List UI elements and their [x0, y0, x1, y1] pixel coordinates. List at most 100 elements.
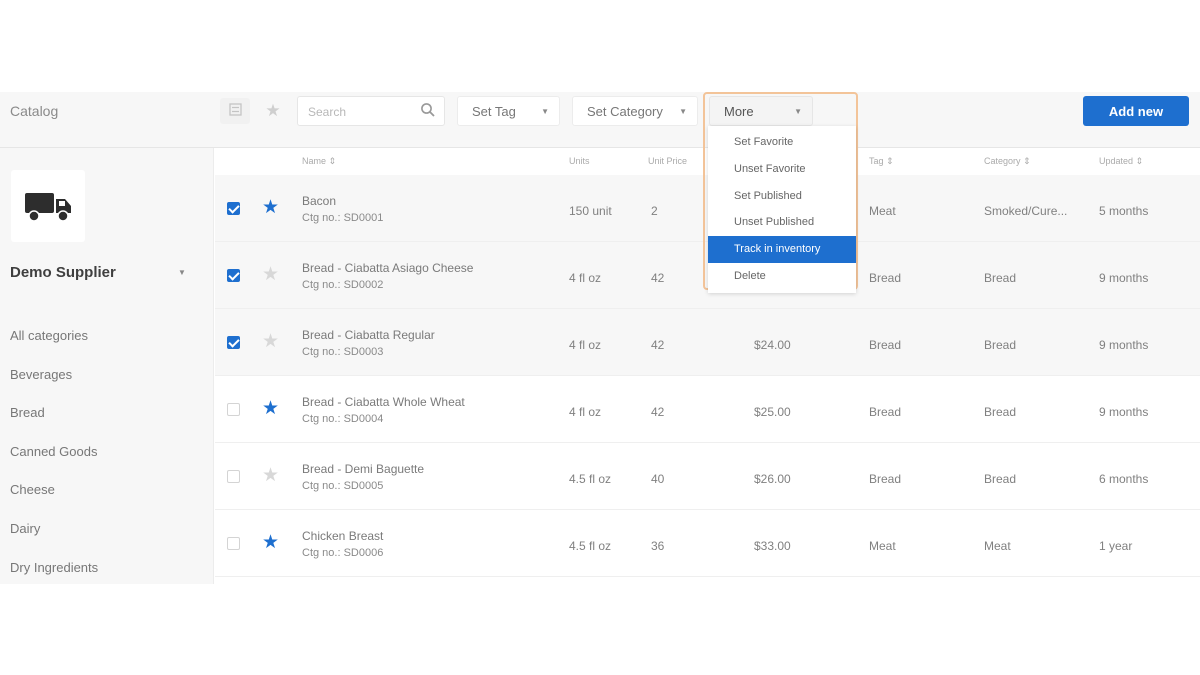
cell-units: 150 unit	[569, 204, 612, 218]
add-new-button[interactable]: Add new	[1083, 96, 1189, 126]
column-header-name[interactable]: Name ⇕	[302, 156, 336, 167]
product-name[interactable]: Bread - Ciabatta Regular	[302, 328, 435, 342]
supplier-logo	[11, 170, 85, 242]
product-sku: Ctg no.: SD0005	[302, 480, 384, 492]
menu-item[interactable]: Set Favorite	[708, 129, 856, 156]
product-sku: Ctg no.: SD0002	[302, 279, 384, 291]
cell-tag: Bread	[869, 271, 902, 285]
search-icon[interactable]	[420, 102, 436, 118]
cell-updated: 1 year	[1099, 539, 1133, 553]
cell-quantity: 2	[651, 204, 658, 218]
product-name[interactable]: Bread - Ciabatta Whole Wheat	[302, 395, 465, 409]
cell-tag: Bread	[869, 472, 902, 486]
cell-category: Bread	[984, 271, 1017, 285]
category-item[interactable]: Beverages	[10, 367, 98, 406]
product-name[interactable]: Chicken Breast	[302, 529, 383, 543]
product-sku: Ctg no.: SD0004	[302, 413, 384, 425]
cell-price: $24.00	[754, 338, 791, 352]
cell-updated: 6 months	[1099, 472, 1149, 486]
star-icon[interactable]: ★	[262, 531, 279, 555]
row-checkbox[interactable]	[227, 269, 240, 282]
search-input[interactable]	[308, 103, 416, 121]
cell-updated: 5 months	[1099, 204, 1149, 218]
product-sku: Ctg no.: SD0003	[302, 346, 384, 358]
star-icon[interactable]: ★	[262, 464, 279, 488]
cell-units: 4 fl oz	[569, 338, 602, 352]
column-header-unit-price: Unit Price	[648, 156, 688, 166]
product-name[interactable]: Bread - Ciabatta Asiago Cheese	[302, 261, 473, 275]
column-header-updated[interactable]: Updated ⇕	[1099, 156, 1143, 167]
product-sku: Ctg no.: SD0001	[302, 212, 384, 224]
column-header-units: Units	[569, 156, 590, 166]
supplier-name[interactable]: Demo Supplier	[10, 264, 116, 281]
category-item[interactable]: Dairy	[10, 521, 98, 560]
cell-units: 4.5 fl oz	[569, 539, 612, 553]
category-item[interactable]: Cheese	[10, 482, 98, 521]
table-row[interactable]: ★ Bread - Ciabatta Regular Ctg no.: SD0003…	[215, 309, 1200, 376]
more-menu-highlight: Set Favorite Unset Favorite Set Published U…	[703, 92, 858, 293]
cell-category: Smoked/Cure...	[984, 204, 1068, 218]
category-item[interactable]: Dry Ingredients	[10, 560, 98, 599]
caret-down-icon: ▼	[679, 106, 687, 116]
menu-item[interactable]: Unset Favorite	[708, 156, 856, 183]
search-field[interactable]	[297, 96, 445, 126]
caret-down-icon[interactable]: ▼	[178, 268, 186, 277]
cell-category: Meat	[984, 539, 1011, 553]
cell-price: $25.00	[754, 405, 791, 419]
column-header-tag[interactable]: Tag ⇕	[869, 156, 894, 167]
category-item[interactable]: Canned Goods	[10, 444, 98, 483]
category-list: All categories Beverages Bread Canned Go…	[10, 328, 98, 598]
cell-updated: 9 months	[1099, 338, 1149, 352]
favorites-filter-button[interactable]: ★	[258, 98, 288, 124]
cell-category: Bread	[984, 405, 1017, 419]
page-title: Catalog	[10, 103, 59, 119]
cell-tag: Bread	[869, 405, 902, 419]
cell-units: 4 fl oz	[569, 405, 602, 419]
toolbar: Catalog ★ Set Tag ▼ Set Category ▼ More …	[0, 92, 1200, 148]
row-checkbox[interactable]	[227, 403, 240, 416]
cell-quantity: 42	[651, 338, 665, 352]
truck-icon	[25, 193, 71, 222]
cell-category: Bread	[984, 472, 1017, 486]
cell-tag: Meat	[869, 204, 896, 218]
row-checkbox[interactable]	[227, 202, 240, 215]
menu-item[interactable]: Unset Published	[708, 209, 856, 236]
cell-category: Bread	[984, 338, 1017, 352]
row-checkbox[interactable]	[227, 336, 240, 349]
star-icon[interactable]: ★	[262, 397, 279, 421]
cell-tag: Bread	[869, 338, 902, 352]
list-view-button[interactable]	[220, 98, 250, 124]
cell-quantity: 36	[651, 539, 665, 553]
category-item[interactable]: All categories	[10, 328, 98, 367]
table-row[interactable]: ★ Bread - Demi Baguette Ctg no.: SD0005 4.5…	[215, 443, 1200, 510]
cell-price: $26.00	[754, 472, 791, 486]
more-menu: Set Favorite Unset Favorite Set Published U…	[708, 126, 856, 293]
cell-units: 4 fl oz	[569, 271, 602, 285]
cell-updated: 9 months	[1099, 405, 1149, 419]
row-checkbox[interactable]	[227, 470, 240, 483]
category-item[interactable]: Bread	[10, 405, 98, 444]
cell-quantity: 40	[651, 472, 665, 486]
product-name[interactable]: Bacon	[302, 194, 336, 208]
product-sku: Ctg no.: SD0006	[302, 547, 384, 559]
menu-item[interactable]: Set Published	[708, 183, 856, 210]
cell-units: 4.5 fl oz	[569, 472, 612, 486]
cell-price: $33.00	[754, 539, 791, 553]
product-name[interactable]: Bread - Demi Baguette	[302, 462, 424, 476]
cell-quantity: 42	[651, 271, 665, 285]
menu-item[interactable]: Delete	[708, 263, 856, 290]
star-icon[interactable]: ★	[262, 196, 279, 220]
menu-item[interactable]: Track in inventory	[708, 236, 856, 263]
star-icon: ★	[265, 101, 281, 120]
set-tag-dropdown[interactable]: Set Tag ▼	[457, 96, 560, 126]
column-header-category[interactable]: Category ⇕	[984, 156, 1031, 167]
sidebar: Demo Supplier ▼ All categories Beverages…	[0, 148, 214, 584]
table-row[interactable]: ★ Bread - Ciabatta Whole Wheat Ctg no.: SD…	[215, 376, 1200, 443]
set-category-dropdown[interactable]: Set Category ▼	[572, 96, 698, 126]
star-icon[interactable]: ★	[262, 330, 279, 354]
table-row[interactable]: ★ Chicken Breast Ctg no.: SD0006 4.5 fl oz 3…	[215, 510, 1200, 577]
star-icon[interactable]: ★	[262, 263, 279, 287]
list-view-icon	[228, 102, 242, 120]
cell-tag: Meat	[869, 539, 896, 553]
row-checkbox[interactable]	[227, 537, 240, 550]
